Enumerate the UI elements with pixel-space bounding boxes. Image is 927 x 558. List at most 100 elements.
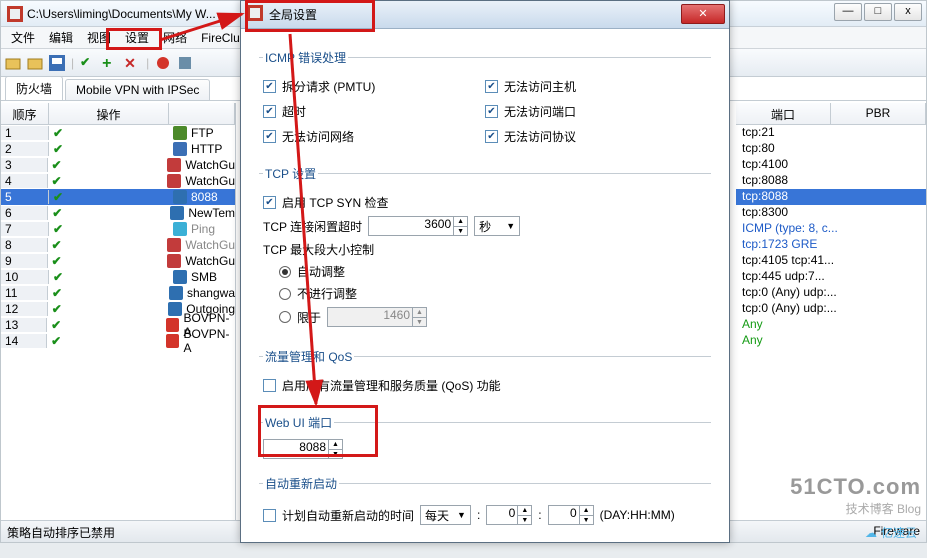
chk-reboot[interactable]: 计划自动重新启动的时间 — [263, 507, 414, 524]
row-seq: 9 — [1, 254, 48, 268]
check-icon: ✔ — [52, 238, 62, 252]
checkbox-icon — [263, 509, 276, 522]
reboot-min-input[interactable]: 0▲▼ — [548, 505, 594, 525]
port-row[interactable]: Any — [736, 333, 926, 349]
table-row[interactable]: 10 ✔ SMB — [1, 269, 235, 285]
idle-unit-select[interactable]: 秒▼ — [474, 216, 520, 236]
tool1-icon[interactable] — [155, 55, 171, 71]
table-row[interactable]: 5 ✔ 8088 — [1, 189, 235, 205]
port-row[interactable]: tcp:8300 — [736, 205, 926, 221]
delete-icon[interactable]: ✕ — [124, 55, 140, 71]
table-row[interactable]: 8 ✔ WatchGu — [1, 237, 235, 253]
col-pbr[interactable]: PBR — [831, 103, 926, 124]
toolbar-sep: | — [71, 56, 74, 70]
row-seq: 1 — [1, 126, 49, 140]
reboot-unit-select[interactable]: 每天▼ — [420, 505, 471, 525]
reboot-group: 自动重新启动 计划自动重新启动的时间 每天▼ : 0▲▼ : 0▲▼ (DAY:… — [259, 475, 711, 532]
service-icon — [170, 206, 184, 220]
tool2-icon[interactable] — [177, 55, 193, 71]
dialog-close-button[interactable]: ✕ — [681, 4, 725, 24]
table-row[interactable]: 9 ✔ WatchGu — [1, 253, 235, 269]
spin-icon[interactable]: ▲▼ — [517, 506, 531, 524]
chk-proto[interactable]: 无法访问协议 — [485, 128, 707, 145]
row-seq: 8 — [1, 238, 48, 252]
row-seq: 2 — [1, 142, 49, 156]
table-row[interactable]: 1 ✔ FTP — [1, 125, 235, 141]
table-row[interactable]: 7 ✔ Ping — [1, 221, 235, 237]
radio-auto[interactable]: 自动调整 — [279, 263, 707, 280]
table-row[interactable]: 2 ✔ HTTP — [1, 141, 235, 157]
service-icon — [173, 222, 187, 236]
row-action: ✔ — [49, 142, 169, 156]
row-service: shangwa — [169, 286, 235, 300]
spin-icon[interactable]: ▲▼ — [453, 217, 467, 235]
chevron-down-icon: ▼ — [506, 221, 515, 231]
service-icon — [173, 190, 187, 204]
row-service: NewTem — [170, 206, 235, 220]
port-row[interactable]: tcp:8088 — [736, 173, 926, 189]
chk-qos[interactable]: 启用所有流量管理和服务质量 (QoS) 功能 — [263, 377, 707, 394]
dialog-icon — [247, 5, 263, 24]
cloud-watermark: ☁ 亿速云 — [865, 524, 917, 541]
port-row[interactable]: tcp:4105 tcp:41... — [736, 253, 926, 269]
col-port[interactable]: 端口 — [736, 103, 831, 124]
port-row[interactable]: tcp:4100 — [736, 157, 926, 173]
idle-input[interactable]: 3600▲▼ — [368, 216, 468, 236]
save-icon[interactable] — [49, 55, 65, 71]
tcp-legend: TCP 设置 — [263, 165, 318, 182]
add-icon[interactable]: + — [102, 55, 118, 71]
table-row[interactable]: 14 ✔ BOVPN-A — [1, 333, 235, 349]
row-action: ✔ — [47, 318, 162, 332]
chk-net[interactable]: 无法访问网络 — [263, 128, 485, 145]
chk-host[interactable]: 无法访问主机 — [485, 78, 707, 95]
col-seq[interactable]: 顺序 — [1, 103, 49, 124]
menu-network[interactable]: 网络 — [157, 27, 193, 48]
chevron-down-icon: ▼ — [457, 510, 466, 520]
row-service: BOVPN-A — [166, 327, 235, 355]
radio-limit[interactable]: 限于 1460▲▼ — [279, 307, 707, 327]
spin-icon[interactable]: ▲▼ — [579, 506, 593, 524]
chk-syn[interactable]: 启用 TCP SYN 检查 — [263, 194, 707, 211]
check-icon: ✔ — [52, 286, 62, 300]
table-row[interactable]: 11 ✔ shangwa — [1, 285, 235, 301]
port-row[interactable]: tcp:21 — [736, 125, 926, 141]
radio-none[interactable]: 不进行调整 — [279, 285, 707, 302]
col-service[interactable] — [169, 103, 235, 124]
chk-pmtu[interactable]: 拆分请求 (PMTU) — [263, 78, 485, 95]
checkbox-icon — [263, 130, 276, 143]
port-row[interactable]: Any — [736, 317, 926, 333]
port-row[interactable]: tcp:0 (Any) udp:... — [736, 301, 926, 317]
open-icon[interactable] — [5, 55, 21, 71]
port-row[interactable]: tcp:0 (Any) udp:... — [736, 285, 926, 301]
port-row[interactable]: tcp:1723 GRE — [736, 237, 926, 253]
table-row[interactable]: 3 ✔ WatchGu — [1, 157, 235, 173]
menu-settings[interactable]: 设置 — [119, 27, 155, 48]
menu-file[interactable]: 文件 — [5, 27, 41, 48]
global-settings-dialog: 全局设置 ✕ ICMP 错误处理 拆分请求 (PMTU) 无法访问主机 超时 无… — [240, 0, 730, 543]
menu-view[interactable]: 视图 — [81, 27, 117, 48]
menu-edit[interactable]: 编辑 — [43, 27, 79, 48]
table-row[interactable]: 6 ✔ NewTem — [1, 205, 235, 221]
maximize-button[interactable]: □ — [864, 3, 892, 21]
tab-firewall[interactable]: 防火墙 — [5, 76, 63, 100]
port-row[interactable]: tcp:445 udp:7... — [736, 269, 926, 285]
row-seq: 14 — [1, 334, 47, 348]
col-action[interactable]: 操作 — [49, 103, 169, 124]
check-icon: ✔ — [52, 174, 62, 188]
open2-icon[interactable] — [27, 55, 43, 71]
port-row[interactable]: ICMP (type: 8, c... — [736, 221, 926, 237]
table-row[interactable]: 4 ✔ WatchGu — [1, 173, 235, 189]
webui-port-input[interactable]: 8088▲▼ — [263, 439, 343, 459]
tab-vpn[interactable]: Mobile VPN with IPSec — [65, 79, 210, 100]
close-button[interactable]: x — [894, 3, 922, 21]
port-row[interactable]: tcp:80 — [736, 141, 926, 157]
minimize-button[interactable]: — — [834, 3, 862, 21]
port-row[interactable]: tcp:8088 — [736, 189, 926, 205]
check-icon: ✔ — [53, 190, 63, 204]
spin-icon[interactable]: ▲▼ — [328, 440, 342, 458]
chk-port[interactable]: 无法访问端口 — [485, 103, 707, 120]
chk-timeout[interactable]: 超时 — [263, 103, 485, 120]
spin-icon: ▲▼ — [412, 308, 426, 326]
check-icon[interactable]: ✔ — [80, 55, 96, 71]
reboot-hour-input[interactable]: 0▲▼ — [486, 505, 532, 525]
